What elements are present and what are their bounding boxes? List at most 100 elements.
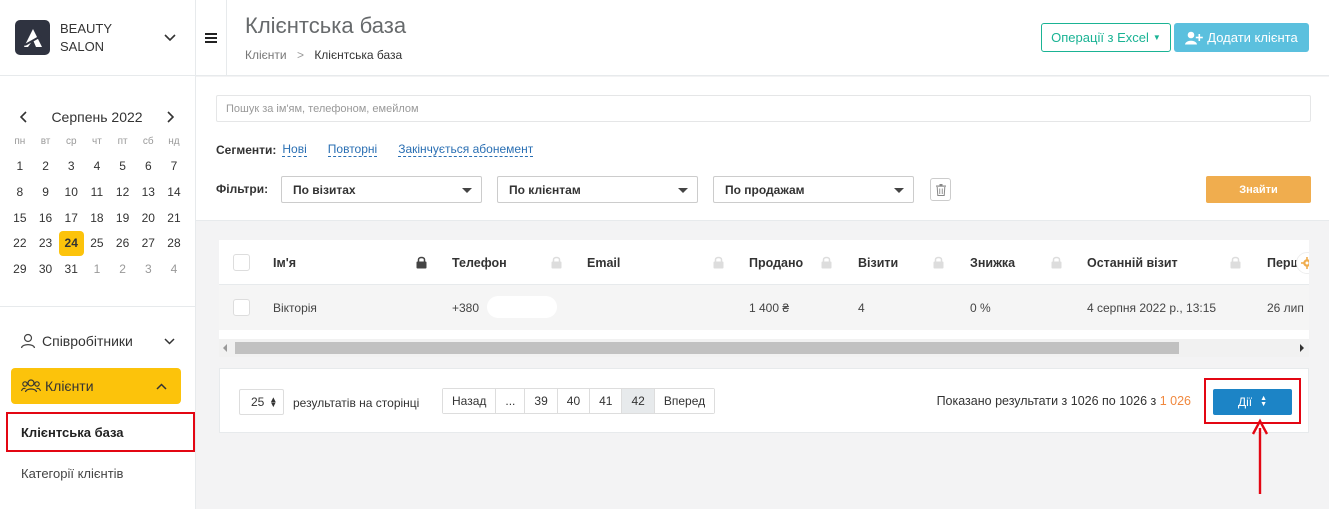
calendar-day[interactable]: 1	[84, 257, 110, 283]
calendar-day[interactable]: 13	[135, 180, 161, 206]
calendar-day[interactable]: 9	[33, 180, 59, 206]
calendar-day[interactable]: 28	[161, 231, 187, 257]
sidebar-item-label: Клієнти	[45, 378, 94, 394]
calendar-day[interactable]: 25	[84, 231, 110, 257]
column-last-visit[interactable]: Останній візит	[1087, 240, 1178, 285]
calendar-day[interactable]: 12	[110, 180, 136, 206]
user-icon	[20, 333, 36, 349]
calendar-day[interactable]: 27	[135, 231, 161, 257]
filter-sales-select[interactable]: По продажам	[713, 176, 914, 203]
filter-visits-select[interactable]: По візитах	[281, 176, 482, 203]
calendar-day[interactable]: 4	[161, 257, 187, 283]
column-sold[interactable]: Продано	[749, 240, 803, 285]
calendar-day[interactable]: 22	[7, 231, 33, 257]
breadcrumb-current: Клієнтська база	[314, 48, 403, 62]
calendar-day[interactable]: 15	[7, 206, 33, 232]
calendar-day[interactable]: 4	[84, 154, 110, 180]
calendar-day-number: 23	[38, 236, 53, 251]
calendar-day[interactable]: 17	[58, 206, 84, 232]
brand-switcher[interactable]: BEAUTY SALON	[0, 0, 195, 76]
calendar-day[interactable]: 18	[84, 206, 110, 232]
filter-clients-select[interactable]: По клієнтам	[497, 176, 698, 203]
chevron-down-icon	[164, 337, 175, 345]
calendar-weekday: ср	[65, 136, 77, 147]
page-button[interactable]: 39	[525, 389, 558, 413]
sidebar-item-client-base[interactable]: Клієнтська база	[6, 412, 195, 452]
calendar-day[interactable]: 7	[161, 154, 187, 180]
calendar-day[interactable]: 5	[110, 154, 136, 180]
hamburger-icon	[205, 33, 217, 43]
calendar-day[interactable]: 20	[135, 206, 161, 232]
per-page-select[interactable]: 25 ▲ ▼	[239, 389, 284, 415]
column-phone[interactable]: Телефон	[452, 240, 507, 285]
calendar-day[interactable]: 3	[135, 257, 161, 283]
next-month-icon[interactable]	[163, 110, 177, 124]
scroll-right-icon[interactable]	[1300, 344, 1304, 352]
calendar-day-number: 3	[144, 262, 152, 277]
segments: Сегменти: Нові Повторні Закінчується або…	[216, 142, 554, 157]
calendar-day[interactable]: 19	[110, 206, 136, 232]
calendar-day[interactable]: 8	[7, 180, 33, 206]
table-row[interactable]: Вікторія +380 1 400 ₴ 4 0 % 4 серпня 202…	[219, 285, 1309, 330]
select-all-checkbox[interactable]	[233, 254, 250, 271]
calendar-day[interactable]: 3	[58, 154, 84, 180]
calendar-day-number: 24	[58, 231, 84, 257]
segment-subscription-ending[interactable]: Закінчується абонемент	[398, 142, 534, 157]
add-client-button[interactable]: Додати клієнта	[1174, 23, 1309, 52]
column-discount[interactable]: Знижка	[970, 240, 1015, 285]
horizontal-scrollbar[interactable]	[219, 339, 1309, 357]
prev-month-icon[interactable]	[17, 110, 31, 124]
calendar-day-number: 2	[42, 159, 49, 173]
column-email[interactable]: Email	[587, 240, 620, 285]
calendar-day-today[interactable]: 24	[58, 231, 84, 257]
calendar-day[interactable]: 23	[33, 231, 59, 257]
client-sold: 1 400 ₴	[749, 300, 790, 315]
segment-new[interactable]: Нові	[282, 142, 307, 157]
find-button[interactable]: Знайти	[1206, 176, 1311, 203]
calendar-day[interactable]: 16	[33, 206, 59, 232]
row-checkbox[interactable]	[233, 299, 250, 316]
brand-logo-icon	[15, 20, 50, 55]
calendar-day[interactable]: 11	[84, 180, 110, 206]
calendar-day[interactable]: 21	[161, 206, 187, 232]
sidebar-item-client-categories[interactable]: Категорії клієнтів	[21, 466, 123, 481]
lock-icon	[933, 256, 944, 272]
sidebar-item-clients[interactable]: Клієнти	[11, 368, 181, 404]
calendar-day[interactable]: 31	[58, 257, 84, 283]
per-page-value: 25	[251, 395, 265, 409]
page-button[interactable]: 41	[590, 389, 623, 413]
calendar-day[interactable]: 2	[110, 257, 136, 283]
sidebar-item-staff[interactable]: Співробітники	[20, 327, 175, 355]
calendar-day[interactable]: 2	[33, 154, 59, 180]
calendar-grid: пн вт ср чт пт сб нд 1 2 3 4 5 6 7 8 9 10 11 12 13 14 15 16 17 1…	[7, 130, 187, 283]
calendar-day[interactable]: 26	[110, 231, 136, 257]
prev-page-button[interactable]: Назад	[443, 389, 497, 413]
next-page-button[interactable]: Вперед	[654, 389, 715, 413]
calendar-day[interactable]: 29	[7, 257, 33, 283]
client-phone: +380	[452, 300, 480, 315]
chevron-down-icon[interactable]	[164, 30, 176, 45]
clear-filters-button[interactable]	[930, 178, 951, 201]
column-visits[interactable]: Візити	[858, 240, 898, 285]
scrollbar-thumb[interactable]	[235, 342, 1179, 354]
sidebar: BEAUTY SALON Серпень 2022 пн вт ср чт пт сб нд…	[0, 0, 196, 509]
calendar-day[interactable]: 10	[58, 180, 84, 206]
search-input[interactable]	[216, 95, 1311, 122]
calendar-day[interactable]: 6	[135, 154, 161, 180]
breadcrumb-root[interactable]: Клієнти	[245, 48, 287, 62]
scroll-left-icon[interactable]	[223, 344, 227, 352]
page-button[interactable]: 40	[557, 389, 591, 413]
calendar-day[interactable]: 1	[7, 154, 33, 180]
client-name-link[interactable]: Вікторія	[273, 285, 317, 330]
excel-operations-button[interactable]: Операції з Excel ▼	[1041, 23, 1171, 52]
calendar-day-number: 31	[64, 262, 78, 277]
calendar-day-number: 12	[115, 184, 130, 199]
page-button[interactable]: 42	[622, 389, 655, 413]
page-button[interactable]: ...	[496, 389, 526, 413]
actions-button[interactable]: Дії ▲ ▼	[1213, 389, 1292, 415]
calendar-day[interactable]: 30	[33, 257, 59, 283]
calendar-day[interactable]: 14	[161, 180, 187, 206]
menu-toggle[interactable]	[196, 0, 227, 76]
segment-repeat[interactable]: Повторні	[327, 142, 378, 157]
column-name[interactable]: Ім'я	[273, 240, 296, 285]
